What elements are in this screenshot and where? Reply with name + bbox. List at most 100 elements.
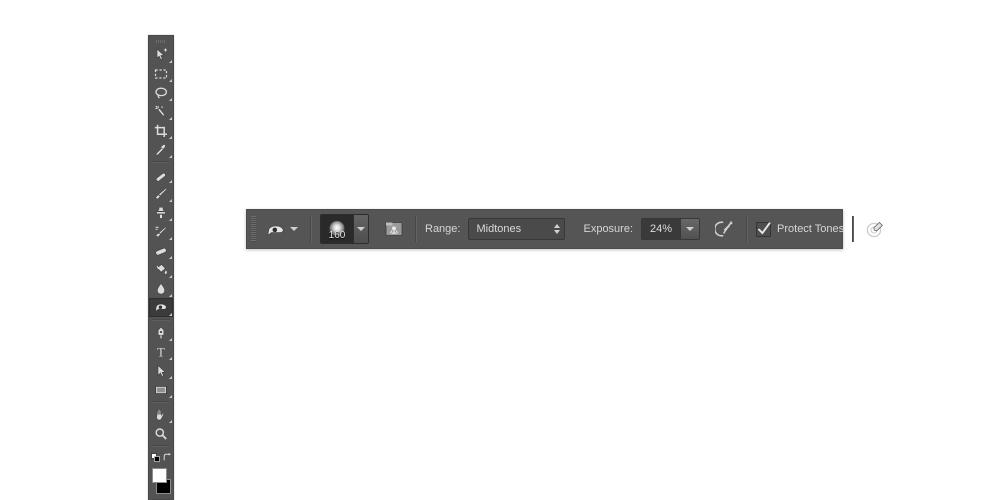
tool-flyout-arrow — [169, 79, 172, 82]
healing-brush-icon — [155, 172, 166, 181]
tool-rectangular-marquee-tool[interactable] — [149, 64, 173, 83]
protect-tones-label: Protect Tones — [777, 223, 845, 235]
brush-picker-caret[interactable] — [353, 215, 368, 243]
tool-palette: T — [148, 35, 174, 500]
chevron-down-icon — [357, 227, 365, 231]
tool-flyout-arrow — [169, 237, 172, 240]
tablet-pressure-icon — [866, 221, 883, 238]
chevron-down-icon — [686, 227, 695, 231]
tool-flyout-arrow — [169, 275, 172, 278]
foreground-color-swatch[interactable] — [152, 468, 167, 483]
range-label: Range: — [425, 223, 461, 235]
range-value: Midtones — [476, 223, 522, 235]
options-bar-drag-handle[interactable] — [247, 210, 260, 248]
tool-preset-picker[interactable] — [260, 217, 302, 241]
tool-palette-divider — [152, 161, 170, 163]
color-swatches[interactable] — [149, 466, 173, 496]
tool-path-selection-tool[interactable] — [149, 361, 173, 380]
range-select[interactable]: Midtones — [468, 218, 566, 240]
tool-flyout-arrow — [169, 357, 172, 360]
checkbox-box[interactable] — [756, 221, 772, 237]
exposure-input[interactable]: 24% — [642, 219, 681, 239]
hand-icon — [156, 408, 164, 420]
tool-palette-divider — [152, 319, 170, 321]
tool-flyout-arrow — [169, 376, 172, 379]
tool-dodge-tool[interactable] — [149, 298, 173, 317]
tool-pen-tool[interactable] — [149, 323, 173, 342]
svg-text:T: T — [157, 345, 165, 359]
tool-gradient-tool[interactable] — [149, 260, 173, 279]
tool-flyout-arrow — [169, 338, 172, 341]
brush-panel-icon — [385, 222, 403, 236]
brush-icon — [155, 187, 167, 199]
toggle-brush-panel-button[interactable] — [381, 216, 407, 242]
tool-flyout-arrow — [169, 218, 172, 221]
tool-blur-tool[interactable] — [149, 279, 173, 298]
tool-flyout-arrow — [169, 98, 172, 101]
tool-palette-drag-handle[interactable] — [149, 38, 173, 45]
tool-flyout-arrow — [169, 256, 172, 259]
options-bar: 160 Range: Midtones Exposure: 24% Protec… — [246, 209, 883, 249]
tool-flyout-arrow — [169, 60, 172, 63]
tool-flyout-arrow — [169, 136, 172, 139]
tool-eyedropper-tool[interactable] — [149, 140, 173, 159]
brush-size-label: 160 — [328, 230, 346, 241]
rectangle-shape-icon — [155, 385, 167, 394]
protect-tones-checkbox[interactable]: Protect Tones — [756, 221, 845, 237]
options-bar-divider — [310, 216, 312, 242]
options-bar-divider — [415, 216, 417, 242]
path-arrow-icon — [157, 364, 166, 377]
type-t-icon: T — [157, 345, 165, 359]
tool-flyout-arrow — [169, 199, 172, 202]
tool-flyout-arrow — [169, 313, 172, 316]
color-utility-row — [149, 449, 173, 465]
paint-bucket-icon — [156, 263, 167, 274]
exposure-dropdown-button[interactable] — [680, 219, 700, 239]
move-icon — [156, 47, 167, 60]
tool-type-tool[interactable]: T — [149, 342, 173, 361]
dodge-icon — [155, 303, 167, 312]
swap-colors-icon[interactable] — [163, 452, 172, 462]
chevron-down-icon — [290, 227, 298, 231]
tool-zoom-tool[interactable] — [149, 424, 173, 443]
default-colors-icon[interactable] — [150, 452, 160, 462]
tool-brush-tool[interactable] — [149, 184, 173, 203]
tool-clone-stamp-tool[interactable] — [149, 203, 173, 222]
tool-flyout-arrow — [169, 180, 172, 183]
exposure-combo[interactable]: 24% — [641, 218, 701, 240]
options-bar-divider — [852, 216, 855, 242]
marquee-icon — [154, 68, 168, 79]
options-bar-divider — [746, 216, 749, 242]
checkmark-icon — [758, 221, 771, 234]
exposure-label: Exposure: — [583, 223, 634, 235]
tool-flyout-arrow — [169, 155, 172, 158]
tool-hand-tool[interactable] — [149, 405, 173, 424]
airbrush-toggle-button[interactable] — [712, 216, 738, 242]
magic-wand-icon — [155, 105, 165, 116]
tool-flyout-arrow — [169, 395, 172, 398]
lasso-icon — [155, 87, 168, 99]
brush-preset-picker[interactable]: 160 — [320, 214, 369, 244]
history-brush-icon — [155, 226, 167, 237]
stepper-arrows-icon — [554, 224, 561, 234]
tool-move-tool[interactable] — [149, 45, 173, 64]
eyedropper-icon — [155, 144, 166, 156]
tool-flyout-arrow — [169, 420, 172, 423]
dodge-icon — [267, 225, 284, 236]
tablet-pressure-button[interactable] — [862, 216, 888, 242]
tool-flyout-arrow — [169, 294, 172, 297]
tool-spot-healing-brush-tool[interactable] — [149, 165, 173, 184]
tool-eraser-tool[interactable] — [149, 241, 173, 260]
tool-palette-divider — [152, 401, 170, 403]
eraser-icon — [155, 247, 167, 255]
tool-lasso-tool[interactable] — [149, 83, 173, 102]
magnifier-icon — [155, 427, 167, 440]
tool-quick-selection-tool[interactable] — [149, 102, 173, 121]
clone-stamp-icon — [156, 206, 166, 219]
tool-crop-tool[interactable] — [149, 121, 173, 140]
tool-history-brush-tool[interactable] — [149, 222, 173, 241]
tool-rectangle-tool[interactable] — [149, 380, 173, 399]
airbrush-pressure-icon — [715, 220, 734, 237]
pen-icon — [157, 326, 165, 338]
tool-flyout-arrow — [169, 117, 172, 120]
